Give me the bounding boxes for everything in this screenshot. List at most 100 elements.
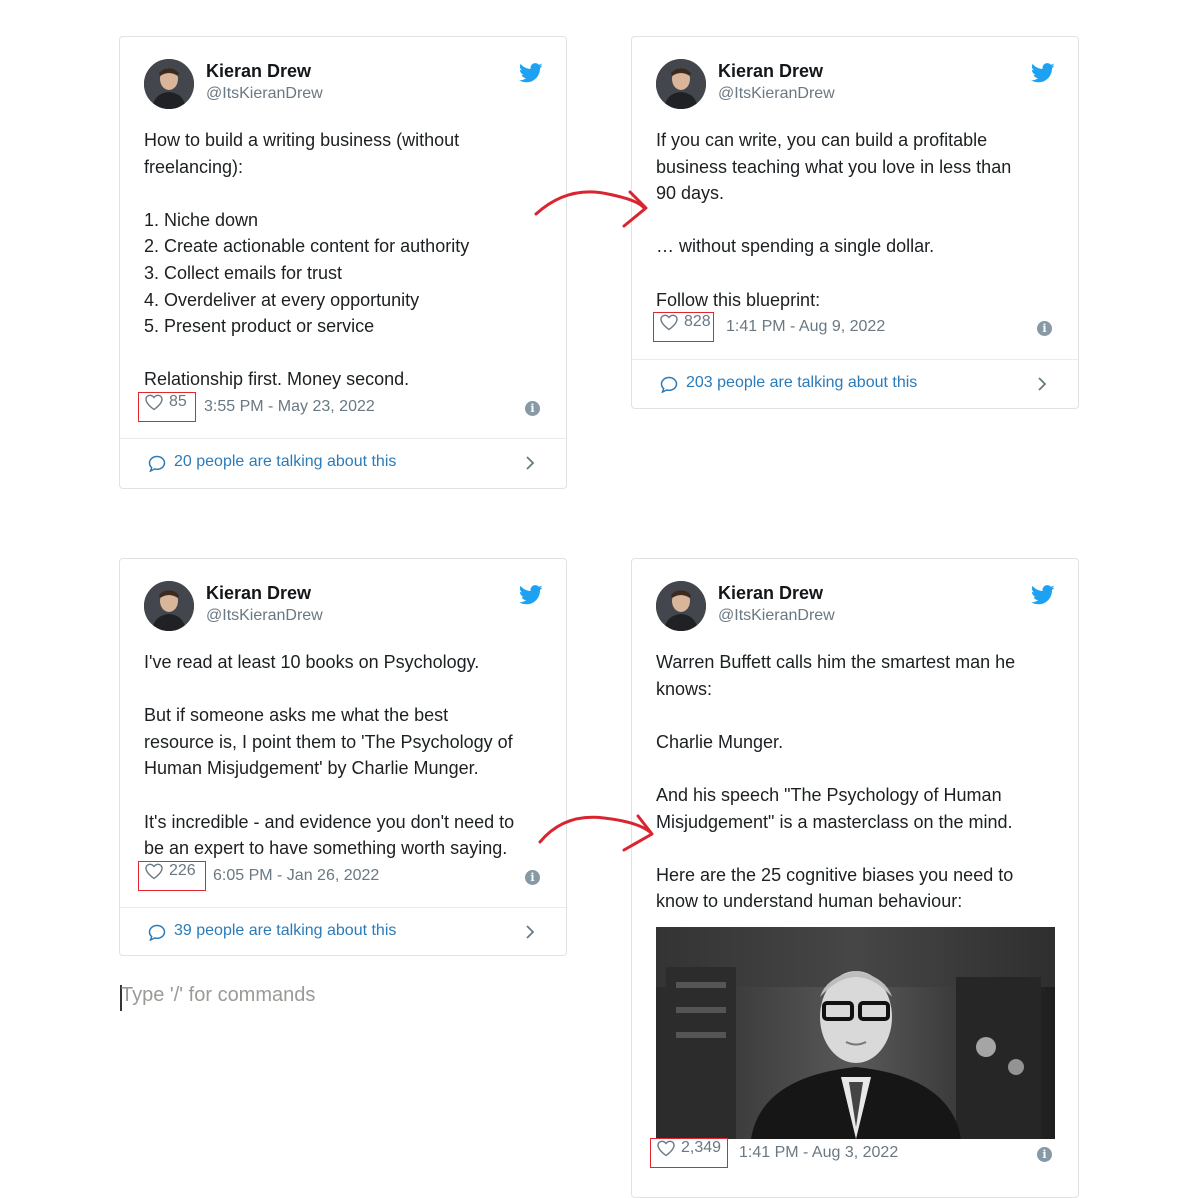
text-line [656, 207, 1052, 234]
like-highlight-box[interactable]: 226 [138, 861, 206, 891]
avatar[interactable] [144, 59, 194, 109]
text-line: knows: [656, 678, 713, 699]
tweet-photo[interactable] [656, 927, 1055, 1139]
tweet-meta: 226 6:05 PM - Jan 26, 2022 i [138, 861, 542, 891]
author-handle[interactable]: @ItsKieranDrew [206, 607, 323, 625]
text-line: business teaching what you love in less … [656, 156, 1012, 177]
text-line: If you can write, you can build a profit… [656, 130, 988, 150]
text-line: know to understand human behaviour: [656, 891, 963, 912]
avatar[interactable] [656, 581, 706, 631]
divider [632, 359, 1078, 360]
text-line: freelancing): [144, 156, 244, 177]
info-icon[interactable]: i [525, 401, 540, 416]
twitter-bird-icon[interactable] [519, 63, 543, 83]
talking-count[interactable]: 203 people are talking about this [686, 374, 917, 392]
like-count: 828 [684, 313, 711, 330]
text-line [144, 676, 540, 703]
twitter-bird-icon[interactable] [519, 585, 543, 605]
author-handle[interactable]: @ItsKieranDrew [206, 85, 323, 103]
chevron-right-icon[interactable] [524, 454, 536, 472]
author-name[interactable]: Kieran Drew [206, 583, 311, 604]
like-count: 85 [169, 393, 187, 410]
avatar[interactable] [656, 59, 706, 109]
text-line: It's incredible - and evidence you don't… [144, 811, 515, 832]
text-line: 1. Niche down [144, 209, 259, 230]
text-line [656, 702, 1052, 729]
text-line: Here are the 25 cognitive biases you nee… [656, 864, 1014, 885]
tweet-card-1[interactable]: Kieran Drew @ItsKieranDrew How to build … [119, 36, 567, 489]
text-line: … without spending a single dollar. [656, 236, 935, 257]
tweet-header: Kieran Drew @ItsKieranDrew [144, 59, 546, 111]
author-handle[interactable]: @ItsKieranDrew [718, 607, 835, 625]
speech-bubble-icon [660, 376, 678, 393]
text-line: But if someone asks me what the best [144, 705, 449, 726]
chevron-right-icon[interactable] [1036, 375, 1048, 393]
tweet-card-2[interactable]: Kieran Drew @ItsKieranDrew If you can wr… [631, 36, 1079, 409]
like-count: 226 [169, 862, 196, 879]
divider [120, 907, 566, 908]
speech-bubble-icon [148, 455, 166, 472]
text-line: 2. Create actionable content for authori… [144, 236, 470, 257]
timestamp[interactable]: 1:41 PM - Aug 9, 2022 [726, 318, 885, 336]
info-icon[interactable]: i [525, 870, 540, 885]
author-name[interactable]: Kieran Drew [718, 583, 823, 604]
tweet-meta: 85 3:55 PM - May 23, 2022 i [138, 392, 542, 422]
twitter-bird-icon[interactable] [1031, 63, 1055, 83]
editor-placeholder[interactable]: Type '/' for commands [121, 984, 315, 1007]
timestamp[interactable]: 1:41 PM - Aug 3, 2022 [739, 1144, 898, 1162]
text-line: Misjudgement" is a masterclass on the mi… [656, 811, 1013, 832]
text-line [144, 782, 540, 809]
tweet-text: Warren Buffett calls him the smartest ma… [656, 649, 1052, 915]
chevron-right-icon[interactable] [524, 923, 536, 941]
text-line: 90 days. [656, 183, 725, 204]
text-line: Follow this blueprint: [656, 289, 821, 310]
tweet-card-3[interactable]: Kieran Drew @ItsKieranDrew I've read at … [119, 558, 567, 956]
tweet-text: How to build a writing business (without… [144, 127, 540, 393]
text-line [656, 835, 1052, 862]
text-line: be an expert to have something worth say… [144, 838, 508, 859]
heart-icon [145, 394, 163, 411]
speech-bubble-icon [148, 924, 166, 941]
tweet-card-4[interactable]: Kieran Drew @ItsKieranDrew Warren Buffet… [631, 558, 1079, 1198]
divider [120, 438, 566, 439]
text-line: Charlie Munger. [656, 731, 784, 752]
timestamp[interactable]: 3:55 PM - May 23, 2022 [204, 398, 375, 416]
like-count: 2,349 [681, 1139, 722, 1156]
info-icon[interactable]: i [1037, 1147, 1052, 1162]
timestamp[interactable]: 6:05 PM - Jan 26, 2022 [213, 867, 379, 885]
text-line: 3. Collect emails for trust [144, 262, 343, 283]
talking-count[interactable]: 20 people are talking about this [174, 453, 396, 471]
tweet-text: I've read at least 10 books on Psycholog… [144, 649, 540, 862]
info-icon[interactable]: i [1037, 321, 1052, 336]
red-arrow-icon [534, 190, 648, 228]
twitter-bird-icon[interactable] [1031, 585, 1055, 605]
text-line: How to build a writing business (without [144, 130, 460, 150]
text-line: 5. Present product or service [144, 316, 375, 337]
like-highlight-box[interactable]: 85 [138, 392, 196, 422]
text-line: 4. Overdeliver at every opportunity [144, 289, 420, 310]
text-line: Human Misjudgement' by Charlie Munger. [144, 758, 479, 779]
text-line: resource is, I point them to 'The Psycho… [144, 731, 513, 752]
text-line [656, 260, 1052, 287]
like-highlight-box[interactable]: 2,349 [650, 1138, 728, 1168]
heart-icon [657, 1140, 675, 1157]
avatar[interactable] [144, 581, 194, 631]
text-line: Relationship first. Money second. [144, 369, 410, 390]
tweet-text: If you can write, you can build a profit… [656, 127, 1052, 313]
text-line: I've read at least 10 books on Psycholog… [144, 652, 480, 672]
text-line [656, 755, 1052, 782]
text-line [144, 340, 540, 367]
tweet-header: Kieran Drew @ItsKieranDrew [656, 59, 1058, 111]
red-arrow-icon [538, 814, 654, 852]
author-name[interactable]: Kieran Drew [206, 61, 311, 82]
talking-count[interactable]: 39 people are talking about this [174, 922, 396, 940]
text-line: And his speech "The Psychology of Human [656, 784, 1002, 805]
heart-icon [660, 314, 678, 331]
text-line [144, 180, 540, 207]
heart-icon [145, 863, 163, 880]
tweet-meta: 2,349 1:41 PM - Aug 3, 2022 i [650, 1138, 1054, 1168]
author-handle[interactable]: @ItsKieranDrew [718, 85, 835, 103]
author-name[interactable]: Kieran Drew [718, 61, 823, 82]
like-highlight-box[interactable]: 828 [653, 312, 714, 342]
tweet-header: Kieran Drew @ItsKieranDrew [144, 581, 546, 633]
